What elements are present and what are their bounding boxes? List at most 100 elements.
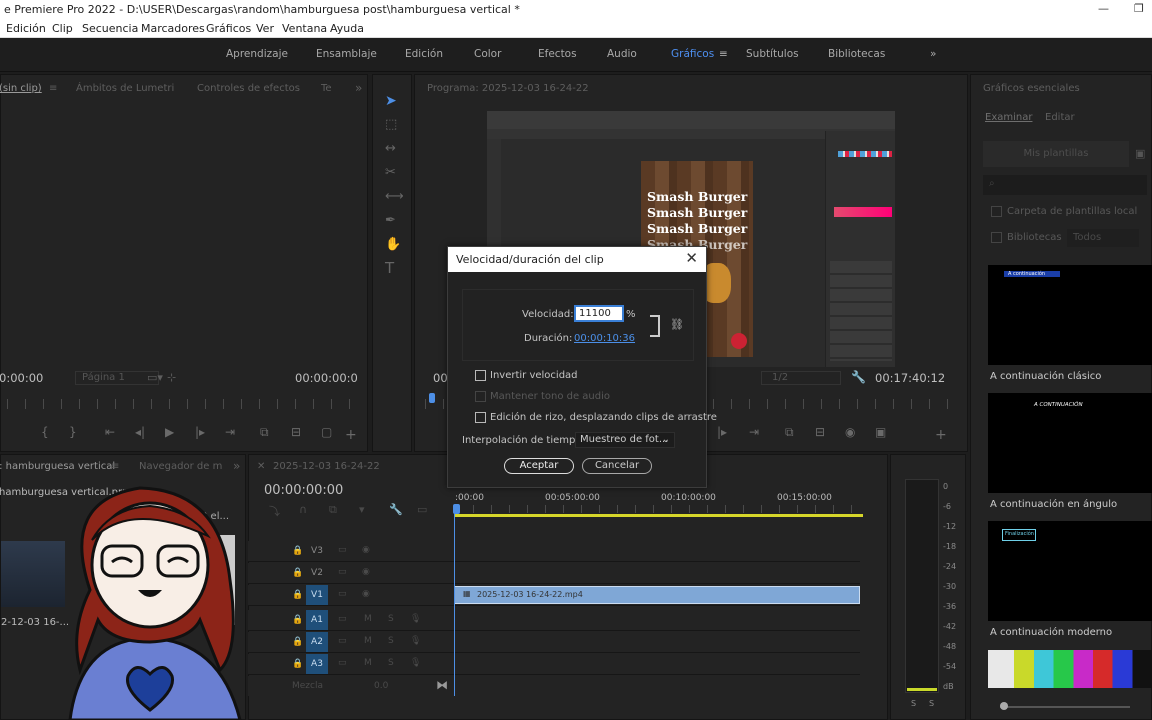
- mark-in-icon[interactable]: {: [41, 425, 49, 439]
- track-a2[interactable]: 🔒 A2 ▭ M S 🎙: [248, 632, 860, 653]
- tab-browse[interactable]: Examinar: [985, 112, 1032, 123]
- insert-icon[interactable]: ⧉: [260, 425, 269, 440]
- mix-end-icon[interactable]: ⧓: [436, 678, 448, 692]
- slip-tool-icon[interactable]: ⟷: [385, 189, 404, 204]
- workspace-more[interactable]: »: [930, 48, 936, 60]
- sync-icon[interactable]: ▭: [338, 589, 347, 599]
- interpolation-dropdown[interactable]: Muestreo de fot... ⌄: [575, 432, 675, 448]
- lock-icon[interactable]: 🔒: [292, 659, 303, 669]
- linked-selection-icon[interactable]: ⧉: [329, 503, 337, 517]
- mic-icon[interactable]: 🎙: [410, 658, 421, 668]
- extract-icon[interactable]: ⊟: [815, 425, 825, 439]
- mute-icon[interactable]: M: [364, 636, 372, 646]
- track-a3[interactable]: 🔒 A3 ▭ M S 🎙: [248, 654, 860, 675]
- track-label-v2[interactable]: V2: [306, 563, 328, 583]
- captions-icon[interactable]: ▭: [417, 503, 427, 516]
- video-clip[interactable]: ▦ 2025-12-03 16-24-22.mp4: [454, 586, 860, 604]
- source-menu-icon[interactable]: ≡: [49, 83, 57, 94]
- export-frame-icon[interactable]: ▢: [321, 425, 332, 439]
- template-thumb-classic[interactable]: A continuación: [988, 265, 1152, 365]
- workspace-edicion[interactable]: Edición: [405, 48, 443, 60]
- program-timecode[interactable]: 00: [433, 371, 448, 385]
- reverse-speed-checkbox[interactable]: [475, 370, 486, 381]
- solo-icon[interactable]: S: [388, 614, 394, 624]
- play-icon[interactable]: ▶: [165, 425, 174, 439]
- go-to-out-icon[interactable]: ⇥: [225, 425, 235, 439]
- search-input[interactable]: ⌕: [983, 175, 1147, 195]
- comparison-icon[interactable]: ▣: [875, 425, 886, 439]
- track-v1[interactable]: 🔒 V1 ▭ ◉ ▦ 2025-12-03 16-24-22.mp4: [248, 585, 860, 606]
- speed-input[interactable]: 11100: [574, 305, 624, 322]
- track-v2[interactable]: 🔒 V2 ▭ ◉: [248, 563, 860, 584]
- mark-out-icon[interactable]: }: [69, 425, 77, 439]
- source-more[interactable]: »: [355, 81, 362, 95]
- meter-solo-right[interactable]: S: [929, 699, 934, 708]
- type-tool-icon[interactable]: T: [385, 259, 394, 277]
- ripple-edit-label[interactable]: Edición de rizo, desplazando clips de ar…: [490, 412, 717, 423]
- tab-program[interactable]: Programa: 2025-12-03 16-24-22: [427, 83, 589, 94]
- minimize-button[interactable]: —: [1098, 2, 1109, 15]
- solo-icon[interactable]: S: [388, 658, 394, 668]
- track-select-tool-icon[interactable]: ⬚: [385, 117, 397, 132]
- source-timecode[interactable]: 0:00:00: [0, 371, 43, 385]
- cancel-button[interactable]: Cancelar: [582, 458, 652, 474]
- tab-sequence[interactable]: 2025-12-03 16-24-22: [273, 461, 380, 472]
- track-label-a3[interactable]: A3: [306, 654, 328, 674]
- step-back-icon[interactable]: ◂|: [135, 425, 145, 439]
- template-name-angle[interactable]: A continuación en ángulo: [990, 499, 1117, 510]
- lock-icon[interactable]: 🔒: [292, 546, 303, 556]
- lock-icon[interactable]: 🔒: [292, 615, 303, 625]
- program-go-to-out-icon[interactable]: ⇥: [749, 425, 759, 439]
- menu-graficos[interactable]: Gráficos: [206, 22, 251, 35]
- libraries-checkbox[interactable]: [991, 232, 1002, 243]
- timeline-ruler[interactable]: [455, 505, 863, 513]
- solo-icon[interactable]: S: [388, 636, 394, 646]
- my-templates-button[interactable]: Mis plantillas: [983, 141, 1129, 167]
- menu-edicion[interactable]: Edición: [6, 22, 46, 35]
- ripple-edit-checkbox[interactable]: [475, 412, 486, 423]
- eye-icon[interactable]: ◉: [362, 589, 370, 599]
- local-templates-checkbox[interactable]: [991, 206, 1002, 217]
- marker-icon[interactable]: ▾: [359, 503, 365, 516]
- track-v3[interactable]: 🔒 V3 ▭ ◉: [248, 541, 860, 562]
- snap-icon[interactable]: ⤵: [269, 503, 280, 519]
- mix-value[interactable]: 0.0: [374, 681, 388, 691]
- menu-clip[interactable]: Clip: [52, 22, 73, 35]
- adobe-stock-icon[interactable]: ▣: [1135, 147, 1145, 160]
- tab-source[interactable]: (sin clip): [0, 83, 42, 94]
- lift-icon[interactable]: ⧉: [785, 425, 794, 440]
- lock-icon[interactable]: 🔒: [292, 637, 303, 647]
- program-step-forward-icon[interactable]: |▸: [717, 425, 727, 439]
- meter-solo-left[interactable]: S: [911, 699, 916, 708]
- timeline-close-icon[interactable]: ✕: [257, 461, 265, 472]
- workspace-bibliotecas[interactable]: Bibliotecas: [828, 48, 885, 60]
- lock-icon[interactable]: 🔒: [292, 568, 303, 578]
- tab-text[interactable]: Te: [321, 83, 332, 94]
- libraries-dropdown[interactable]: Todos: [1067, 229, 1139, 247]
- menu-ver[interactable]: Ver: [256, 22, 274, 35]
- timeline-wrench-icon[interactable]: 🔧: [389, 503, 403, 516]
- eye-icon[interactable]: ◉: [362, 567, 370, 577]
- menu-ayuda[interactable]: Ayuda: [330, 22, 364, 35]
- workspace-aprendizaje[interactable]: Aprendizaje: [226, 48, 288, 60]
- sync-icon[interactable]: ▭: [338, 614, 347, 624]
- track-label-a1[interactable]: A1: [306, 610, 328, 630]
- dialog-close-button[interactable]: ✕: [685, 249, 698, 267]
- sync-icon[interactable]: ▭: [338, 567, 347, 577]
- track-a1[interactable]: 🔒 A1 ▭ M S 🎙: [248, 610, 860, 631]
- workspace-menu-icon[interactable]: ≡: [719, 48, 728, 60]
- menu-ventana[interactable]: Ventana: [282, 22, 327, 35]
- template-thumb-angle[interactable]: A CONTINUACIÓN: [988, 393, 1152, 493]
- slider-handle[interactable]: [1000, 702, 1008, 710]
- workspace-ensamblaje[interactable]: Ensamblaje: [316, 48, 377, 60]
- step-forward-icon[interactable]: |▸: [195, 425, 205, 439]
- template-thumb-modern[interactable]: Finalización: [988, 521, 1152, 621]
- lock-icon[interactable]: 🔒: [292, 590, 303, 600]
- ok-button[interactable]: Aceptar: [504, 458, 574, 474]
- add-button-icon[interactable]: +: [345, 427, 357, 443]
- ripple-edit-tool-icon[interactable]: ↔: [385, 141, 396, 156]
- source-ruler[interactable]: [7, 399, 357, 409]
- sync-icon[interactable]: ▭: [338, 658, 347, 668]
- razor-tool-icon[interactable]: ✂: [385, 165, 396, 180]
- mute-icon[interactable]: M: [364, 614, 372, 624]
